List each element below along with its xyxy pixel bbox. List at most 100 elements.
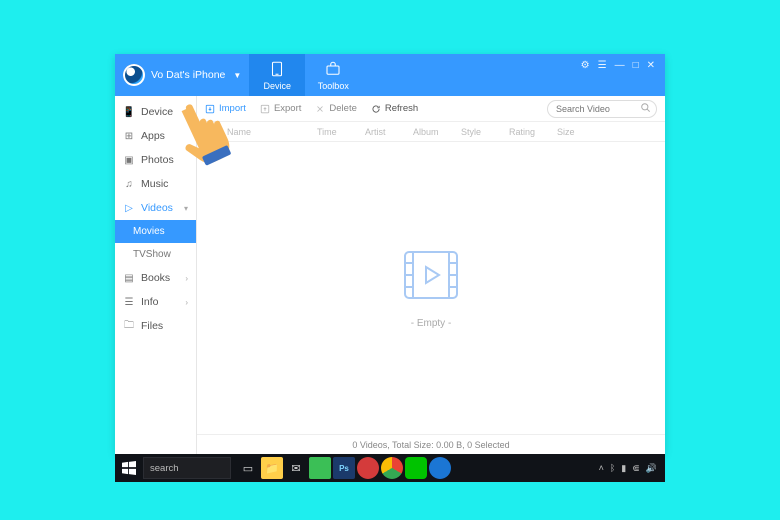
window-controls: ⚙ ☰ — □ ✕ bbox=[581, 54, 665, 96]
export-icon bbox=[260, 104, 270, 114]
tab-toolbox-label: Toolbox bbox=[318, 81, 349, 91]
toolbar: Import Export Delete Refresh bbox=[197, 96, 665, 122]
sidebar-item-info[interactable]: ☰ Info › bbox=[115, 290, 196, 314]
info-icon: ☰ bbox=[123, 296, 135, 308]
line-icon[interactable] bbox=[405, 457, 427, 479]
minimize-button[interactable]: — bbox=[615, 60, 625, 96]
search-icon bbox=[640, 102, 651, 113]
sidebar-item-label: Device bbox=[141, 106, 173, 118]
search-box bbox=[547, 99, 657, 118]
windows-icon bbox=[122, 461, 136, 475]
status-text: 0 Videos, Total Size: 0.00 B, 0 Selected bbox=[352, 440, 509, 450]
app-logo-icon bbox=[123, 64, 145, 86]
import-label: Import bbox=[219, 103, 246, 114]
delete-icon bbox=[315, 104, 325, 114]
chevron-down-icon: ▾ bbox=[184, 204, 188, 213]
photos-icon: ▣ bbox=[123, 154, 135, 166]
sidebar-item-photos[interactable]: ▣ Photos bbox=[115, 148, 196, 172]
sidebar-item-label: Apps bbox=[141, 130, 165, 142]
col-album[interactable]: Album bbox=[407, 127, 455, 137]
empty-label: - Empty - bbox=[411, 318, 452, 329]
videos-icon: ▷ bbox=[123, 202, 135, 214]
tray-caret-icon[interactable]: ˄ bbox=[599, 463, 604, 474]
volume-icon[interactable]: 🔊 bbox=[646, 463, 657, 474]
taskbar-search[interactable]: search bbox=[143, 457, 231, 479]
film-play-icon bbox=[399, 248, 463, 302]
chevron-down-icon: ▼ bbox=[233, 71, 241, 80]
sidebar-item-label: Music bbox=[141, 178, 168, 190]
sidebar-sub-tvshow[interactable]: TVShow bbox=[115, 243, 196, 266]
brand[interactable]: Vo Dat's iPhone ▼ bbox=[115, 54, 249, 96]
refresh-label: Refresh bbox=[385, 103, 418, 114]
tab-device[interactable]: Device bbox=[249, 54, 305, 96]
col-style[interactable]: Style bbox=[455, 127, 503, 137]
refresh-button[interactable]: Refresh bbox=[371, 103, 418, 114]
col-rating[interactable]: Rating bbox=[503, 127, 551, 137]
sidebar-item-device[interactable]: 📱 Device bbox=[115, 100, 196, 124]
status-bar: 0 Videos, Total Size: 0.00 B, 0 Selected bbox=[197, 434, 665, 454]
skin-icon[interactable]: ☰ bbox=[598, 60, 607, 96]
main-panel: Import Export Delete Refresh bbox=[197, 96, 665, 454]
sidebar-item-label: Info bbox=[141, 296, 159, 308]
chevron-right-icon: › bbox=[185, 298, 188, 307]
explorer-icon[interactable]: 📁 bbox=[261, 457, 283, 479]
sidebar-item-label: Books bbox=[141, 272, 170, 284]
music-icon: ♫ bbox=[123, 178, 135, 190]
tab-toolbox[interactable]: Toolbox bbox=[305, 54, 361, 96]
body: 📱 Device ⊞ Apps ▣ Photos ♫ Music ▷ Videos ▾ Mo… bbox=[115, 96, 665, 454]
top-tabs: Device Toolbox bbox=[249, 54, 361, 96]
titlebar: Vo Dat's iPhone ▼ Device Toolbox ⚙ ☰ — □… bbox=[115, 54, 665, 96]
col-time[interactable]: Time bbox=[311, 127, 359, 137]
sidebar-item-label: Photos bbox=[141, 154, 174, 166]
itools-icon[interactable] bbox=[429, 457, 451, 479]
device-icon: 📱 bbox=[123, 106, 135, 118]
battery-icon[interactable]: ▮ bbox=[621, 463, 626, 474]
sidebar-item-label: Videos bbox=[141, 202, 173, 214]
sidebar-item-videos[interactable]: ▷ Videos ▾ bbox=[115, 196, 196, 220]
col-artist[interactable]: Artist bbox=[359, 127, 407, 137]
sidebar-sub-movies[interactable]: Movies bbox=[115, 220, 196, 243]
col-size[interactable]: Size bbox=[551, 127, 591, 137]
delete-button[interactable]: Delete bbox=[315, 103, 356, 114]
taskbar-tray: ▭ 📁 ✉ Ps bbox=[237, 457, 451, 479]
sidebar-item-files[interactable]: 🗀 Files bbox=[115, 314, 196, 338]
toolbox-icon bbox=[324, 60, 342, 78]
sidebar-item-apps[interactable]: ⊞ Apps bbox=[115, 124, 196, 148]
tab-device-label: Device bbox=[264, 81, 292, 91]
tablet-icon bbox=[268, 60, 286, 78]
books-icon: ▤ bbox=[123, 272, 135, 284]
chevron-right-icon: › bbox=[185, 274, 188, 283]
files-icon: 🗀 bbox=[123, 320, 135, 332]
select-all-checkbox[interactable] bbox=[204, 127, 214, 137]
start-button[interactable] bbox=[115, 454, 143, 482]
sidebar: 📱 Device ⊞ Apps ▣ Photos ♫ Music ▷ Videos ▾ Mo… bbox=[115, 96, 197, 454]
wifi-icon[interactable]: ⋐ bbox=[632, 463, 640, 474]
empty-state: - Empty - bbox=[197, 142, 665, 434]
sidebar-item-label: Files bbox=[141, 320, 163, 332]
close-button[interactable]: ✕ bbox=[647, 60, 655, 96]
delete-label: Delete bbox=[329, 103, 356, 114]
maximize-button[interactable]: □ bbox=[633, 60, 639, 96]
export-label: Export bbox=[274, 103, 301, 114]
chrome-icon[interactable] bbox=[381, 457, 403, 479]
sidebar-item-music[interactable]: ♫ Music bbox=[115, 172, 196, 196]
device-name: Vo Dat's iPhone bbox=[151, 69, 225, 81]
column-headers: Name Time Artist Album Style Rating Size bbox=[197, 122, 665, 142]
apps-icon: ⊞ bbox=[123, 130, 135, 142]
bluetooth-icon[interactable]: ᛒ bbox=[610, 463, 615, 474]
windows-taskbar: search ▭ 📁 ✉ Ps ˄ ᛒ ▮ ⋐ 🔊 bbox=[115, 454, 665, 482]
col-name[interactable]: Name bbox=[221, 127, 311, 137]
photoshop-icon[interactable]: Ps bbox=[333, 457, 355, 479]
app-window: Vo Dat's iPhone ▼ Device Toolbox ⚙ ☰ — □… bbox=[115, 54, 665, 454]
sidebar-item-books[interactable]: ▤ Books › bbox=[115, 266, 196, 290]
import-button[interactable]: Import bbox=[205, 103, 246, 114]
app-icon-1[interactable] bbox=[309, 457, 331, 479]
mail-icon[interactable]: ✉ bbox=[285, 457, 307, 479]
import-icon bbox=[205, 104, 215, 114]
export-button[interactable]: Export bbox=[260, 103, 301, 114]
task-view-icon[interactable]: ▭ bbox=[237, 457, 259, 479]
refresh-icon bbox=[371, 104, 381, 114]
opera-icon[interactable] bbox=[357, 457, 379, 479]
settings-icon[interactable]: ⚙ bbox=[581, 60, 590, 96]
system-tray: ˄ ᛒ ▮ ⋐ 🔊 bbox=[599, 463, 665, 474]
